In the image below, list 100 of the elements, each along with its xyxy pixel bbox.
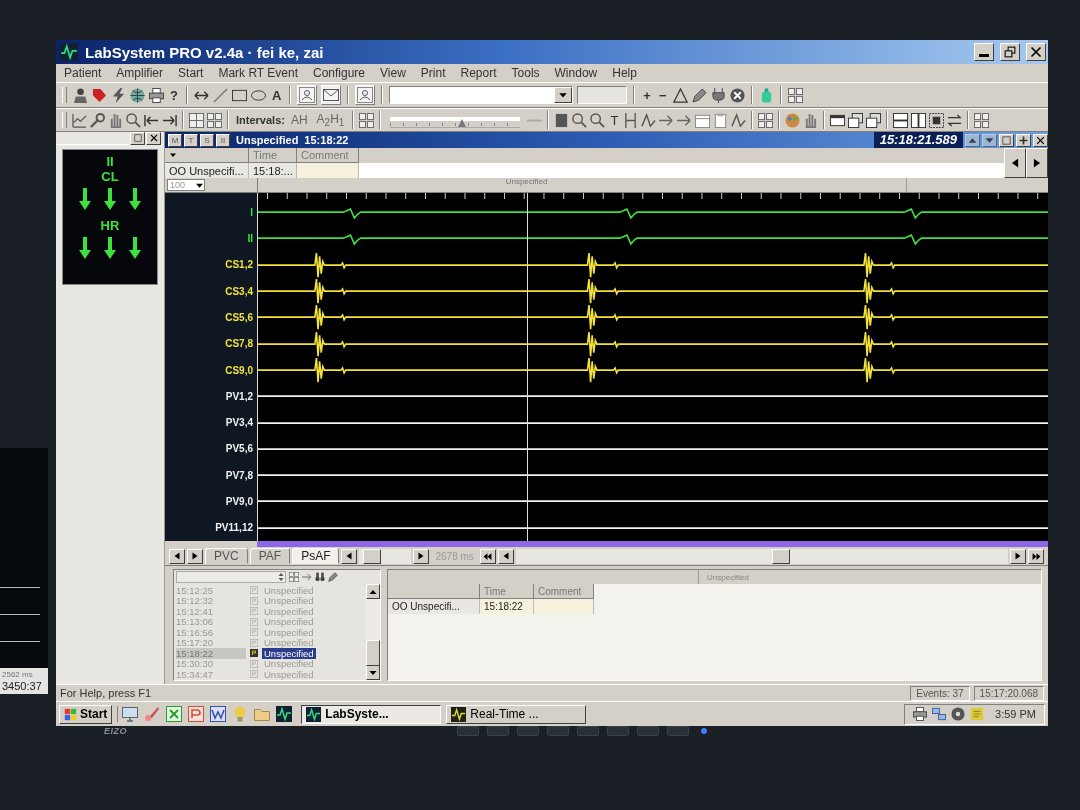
globe-icon[interactable]: [130, 87, 145, 103]
zoom-frame-icon[interactable]: [929, 112, 945, 128]
printer-icon[interactable]: [913, 707, 928, 721]
calipers-icon[interactable]: [623, 112, 639, 128]
disc-icon[interactable]: [951, 707, 966, 721]
tag-icon[interactable]: [92, 87, 107, 103]
envelope-icon[interactable]: [323, 87, 340, 103]
fast-forward-button[interactable]: [1028, 548, 1044, 564]
hand-icon[interactable]: [803, 112, 819, 128]
menu-item[interactable]: Report: [460, 66, 497, 80]
wrench-icon[interactable]: [90, 112, 105, 128]
menu-item[interactable]: Tools: [511, 66, 540, 80]
restore-button[interactable]: [999, 133, 1014, 147]
interval-button[interactable]: A$_{2}$H$_{1}$: [313, 111, 348, 129]
waveform-app-icon[interactable]: [276, 706, 293, 722]
mode-button[interactable]: II: [216, 133, 230, 147]
document-icon[interactable]: [210, 706, 227, 722]
rectangle-icon[interactable]: [231, 87, 247, 103]
mode-button[interactable]: S: [200, 133, 214, 147]
down-button[interactable]: [982, 133, 997, 147]
interval-button[interactable]: AH: [287, 113, 311, 127]
ellipse-icon[interactable]: [250, 87, 266, 103]
menu-item[interactable]: Mark RT Event: [218, 66, 298, 80]
scroll-right-button[interactable]: [413, 548, 430, 564]
clipboard-icon[interactable]: [713, 112, 729, 128]
magnifier-icon[interactable]: [572, 112, 588, 128]
pen-icon[interactable]: [691, 87, 707, 103]
step-back-button[interactable]: [497, 548, 514, 564]
event-list-row[interactable]: 15:18:22 Unspecified: [176, 648, 364, 659]
spreadsheet-icon[interactable]: [166, 706, 183, 722]
scrollbar[interactable]: [366, 584, 380, 680]
text-button[interactable]: T: [608, 111, 621, 129]
split-icon[interactable]: [189, 112, 204, 128]
menu-item[interactable]: Print: [420, 66, 446, 80]
cascade-icon[interactable]: [866, 112, 882, 128]
peak-icon[interactable]: [641, 112, 657, 128]
calendar-icon[interactable]: [695, 112, 711, 128]
grid-icon[interactable]: [207, 112, 222, 128]
input-field[interactable]: [577, 86, 628, 104]
next-button[interactable]: [1026, 148, 1048, 178]
minimize-button[interactable]: [974, 43, 994, 61]
scroll-up-button[interactable]: [366, 584, 380, 599]
restore-button[interactable]: [1000, 43, 1020, 61]
person-frame-icon[interactable]: [357, 87, 374, 103]
split-horizontal-icon[interactable]: [893, 112, 909, 128]
person-icon[interactable]: [73, 87, 88, 103]
paint-icon[interactable]: [144, 706, 161, 722]
mode-button[interactable]: T: [184, 133, 198, 147]
printer-icon[interactable]: [149, 87, 164, 103]
scroll-right-button[interactable]: [187, 548, 203, 564]
desktop-icon[interactable]: [122, 706, 139, 722]
window-icon[interactable]: [830, 112, 846, 128]
dropdown-field[interactable]: [389, 86, 574, 104]
add-button[interactable]: [1016, 133, 1031, 147]
caret-icon[interactable]: [558, 90, 569, 100]
menu-item[interactable]: Start: [178, 66, 204, 80]
presentation-icon[interactable]: [188, 706, 205, 722]
rewind-button[interactable]: [479, 548, 496, 564]
magnifier-icon[interactable]: [126, 112, 141, 128]
tab[interactable]: PsAF: [292, 548, 340, 564]
step-forward-button[interactable]: [1010, 548, 1026, 564]
taskbar-button[interactable]: Real-Time ...: [446, 704, 587, 724]
tab[interactable]: PVC: [205, 548, 248, 564]
chart-icon[interactable]: [72, 112, 87, 128]
magnifier-icon[interactable]: [590, 112, 606, 128]
column-header[interactable]: [388, 584, 480, 599]
cascade-icon[interactable]: [848, 112, 864, 128]
pen-icon[interactable]: [328, 572, 338, 582]
grid-icon[interactable]: [974, 112, 990, 128]
previous-button[interactable]: [1004, 148, 1026, 178]
lightning-icon[interactable]: [111, 87, 126, 103]
peak-icon[interactable]: [731, 112, 747, 128]
grid-icon[interactable]: [359, 112, 375, 128]
taskbar-button[interactable]: LabSyste...: [301, 704, 442, 724]
menu-item[interactable]: Amplifier: [116, 66, 164, 80]
menu-item[interactable]: Window: [554, 66, 598, 80]
binoculars-icon[interactable]: [315, 572, 325, 582]
menu-item[interactable]: Configure: [313, 66, 365, 80]
grid-icon[interactable]: [787, 87, 803, 103]
mode-button[interactable]: M: [168, 133, 182, 147]
menu-item[interactable]: Patient: [64, 66, 102, 80]
slider-thumb[interactable]: [457, 118, 466, 127]
circle-x-icon[interactable]: [729, 87, 745, 103]
bar-arrow-left-icon[interactable]: [144, 112, 159, 128]
start-button[interactable]: Start: [59, 704, 113, 724]
grid-icon[interactable]: [758, 112, 774, 128]
filled-square-icon[interactable]: [554, 112, 570, 128]
menu-item[interactable]: Help: [612, 66, 637, 80]
scrollbar[interactable]: [515, 548, 1008, 564]
up-button[interactable]: [965, 133, 980, 147]
person-frame-icon[interactable]: [299, 87, 316, 103]
two-arrows-icon[interactable]: [947, 112, 963, 128]
hand-icon[interactable]: [108, 112, 123, 128]
plus-button[interactable]: +: [641, 86, 653, 104]
minus-button[interactable]: −: [656, 86, 669, 104]
menu-item[interactable]: View: [380, 66, 406, 80]
help-button[interactable]: ?: [168, 86, 180, 104]
scrollbar[interactable]: [359, 548, 412, 564]
text-tool-button[interactable]: A: [269, 86, 284, 104]
tab[interactable]: PAF: [249, 548, 291, 564]
